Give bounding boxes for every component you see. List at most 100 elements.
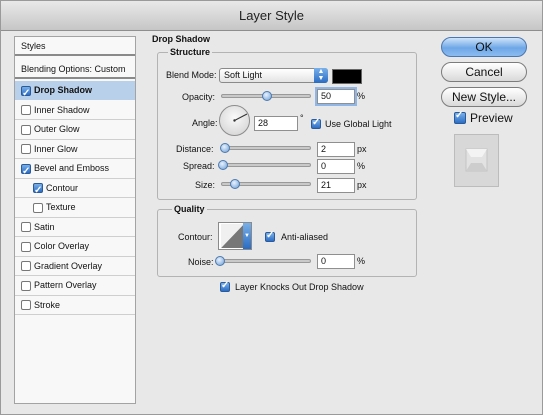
angle-field[interactable]: 28 [254,116,298,131]
size-slider-knob[interactable] [230,179,240,189]
sidebar-header-label: Styles [21,41,46,51]
distance-field[interactable]: 2 [317,142,355,157]
outer-glow-checkbox[interactable] [21,124,31,135]
sidebar-item-label: Color Overlay [34,241,90,251]
knockout-checkbox[interactable] [220,280,230,292]
styles-sidebar: Styles Blending Options: Custom Drop Sha… [14,36,136,404]
shadow-color-swatch[interactable] [332,69,362,84]
noise-slider-knob[interactable] [215,256,225,266]
new-style-button[interactable]: New Style... [441,87,527,107]
quality-title: Quality [172,204,207,214]
color-overlay-checkbox[interactable] [21,241,31,252]
opacity-slider[interactable] [221,91,311,101]
style-preview-thumbnail [454,134,499,187]
sidebar-item-label: Texture [46,202,76,212]
spread-label: Spread: [183,161,215,171]
blend-mode-select[interactable]: Soft Light ▲ ▼ [219,68,328,83]
size-label: Size: [195,180,216,190]
stroke-checkbox[interactable] [21,300,31,311]
sidebar-item-inner-glow[interactable]: Inner Glow [15,140,135,159]
contour-label: Contour: [178,232,213,242]
noise-field[interactable]: 0 [317,254,355,269]
angle-dial[interactable] [219,105,250,136]
noise-slider[interactable] [215,256,311,266]
use-global-light-checkbox[interactable] [311,117,321,129]
sidebar-item-label: Pattern Overlay [34,280,97,290]
noise-label: Noise: [188,257,214,267]
distance-label: Distance: [176,144,214,154]
chevron-up-down-icon: ▲ ▼ [314,68,328,83]
texture-checkbox[interactable] [33,202,43,213]
distance-slider[interactable] [220,143,311,153]
contour-checkbox[interactable] [33,181,43,200]
sidebar-item-blending-options[interactable]: Blending Options: Custom [15,60,135,79]
ok-button[interactable]: OK [441,37,527,57]
layer-style-dialog: Layer Style Styles Blending Options: Cus… [0,0,543,415]
knockout-label: Layer Knocks Out Drop Shadow [235,282,364,292]
spread-slider-knob[interactable] [218,160,228,170]
inner-shadow-checkbox[interactable] [21,105,31,116]
sidebar-item-label: Inner Glow [34,143,78,154]
noise-unit: % [357,256,366,266]
opacity-field[interactable]: 50 [315,87,357,106]
blend-mode-label: Blend Mode: [166,70,217,80]
sidebar-item-pattern-overlay[interactable]: Pattern Overlay [15,276,135,295]
size-slider[interactable] [221,179,311,189]
bevel-and-emboss-checkbox[interactable] [21,162,31,181]
size-field[interactable]: 21 [317,178,355,193]
cancel-button[interactable]: Cancel [441,62,527,82]
sidebar-item-label: Gradient Overlay [34,260,103,271]
window-title: Layer Style [238,8,305,23]
sidebar-item-label: Satin [34,221,55,232]
gradient-overlay-checkbox[interactable] [21,261,31,272]
sidebar-item-styles[interactable]: Styles [15,37,135,56]
title-bar[interactable]: Layer Style [1,1,542,31]
size-unit: px [357,180,367,190]
distance-unit: px [357,144,367,154]
sidebar-item-label: Bevel and Emboss [34,163,110,173]
drop-shadow-checkbox[interactable] [21,84,31,103]
spread-field[interactable]: 0 [317,159,355,174]
structure-group: Structure Blend Mode: Soft Light ▲ ▼ Opac… [157,47,417,200]
distance-slider-knob[interactable] [220,143,230,153]
blending-options-label: Blending Options: Custom [21,64,126,74]
spread-unit: % [357,161,366,171]
sidebar-item-drop-shadow[interactable]: Drop Shadow [15,81,135,103]
use-global-light-label: Use Global Light [325,119,392,129]
structure-title: Structure [168,47,213,57]
sidebar-item-texture[interactable]: Texture [15,198,135,217]
inner-glow-checkbox[interactable] [21,144,31,155]
sidebar-item-stroke[interactable]: Stroke [15,296,135,315]
contour-preview-icon [221,224,244,248]
preview-checkbox[interactable] [454,110,466,124]
sidebar-item-label: Drop Shadow [34,85,92,95]
sidebar-item-label: Outer Glow [34,124,80,134]
opacity-slider-knob[interactable] [262,91,272,101]
sidebar-item-satin[interactable]: Satin [15,218,135,237]
sidebar-item-label: Stroke [34,299,61,310]
sidebar-item-color-overlay[interactable]: Color Overlay [15,237,135,256]
angle-label: Angle: [192,118,218,128]
drop-shadow-title: Drop Shadow [152,34,210,44]
satin-checkbox[interactable] [21,222,31,233]
spread-slider[interactable] [218,160,311,170]
opacity-unit: % [357,91,366,101]
blend-mode-value: Soft Light [224,70,263,80]
anti-aliased-checkbox[interactable] [265,230,275,242]
quality-group: Quality Contour: ▼ Anti-aliased Noise: 0… [157,204,417,277]
sidebar-item-label: Contour [46,182,79,193]
sidebar-item-label: Inner Shadow [34,104,90,115]
sidebar-item-contour[interactable]: Contour [15,179,135,200]
pattern-overlay-checkbox[interactable] [21,280,31,291]
anti-aliased-label: Anti-aliased [281,232,329,242]
chevron-down-icon: ▼ [243,223,251,249]
sidebar-item-outer-glow[interactable]: Outer Glow [15,120,135,139]
opacity-label: Opacity: [182,92,216,102]
preview-swatch-image [465,148,488,172]
angle-dial-needle [233,113,248,122]
sidebar-item-gradient-overlay[interactable]: Gradient Overlay [15,257,135,276]
contour-picker[interactable]: ▼ [218,222,252,250]
sidebar-item-inner-shadow[interactable]: Inner Shadow [15,101,135,120]
sidebar-item-bevel-and-emboss[interactable]: Bevel and Emboss [15,159,135,181]
sidebar-divider [15,314,135,315]
